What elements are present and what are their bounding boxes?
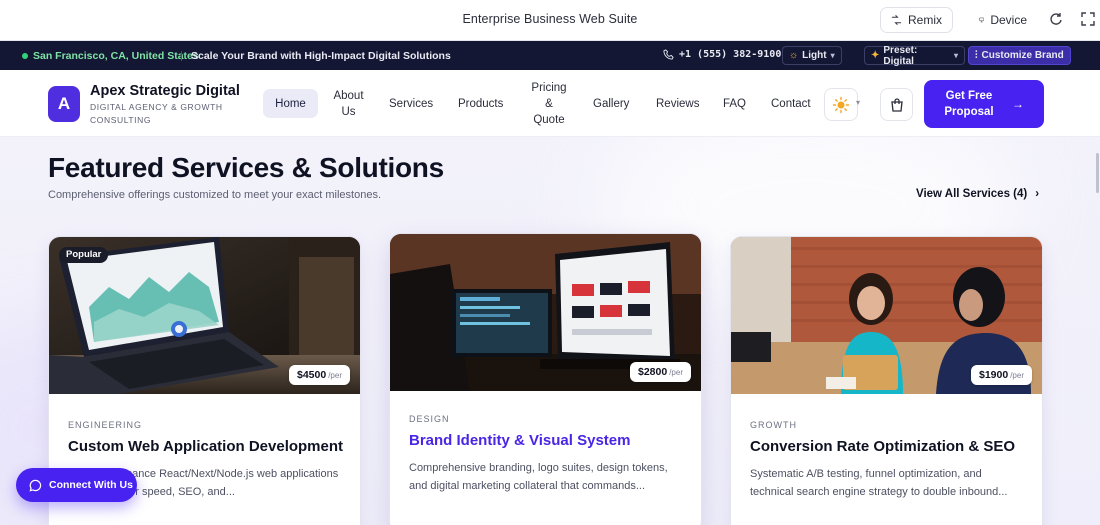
brand-name[interactable]: Apex Strategic Digital xyxy=(90,83,240,99)
expand-icon[interactable] xyxy=(1080,11,1096,27)
preset-select[interactable]: ✦ Preset: Digital ▾ xyxy=(864,44,965,67)
nav-item-gallery[interactable]: Gallery xyxy=(593,96,629,112)
preset-select-label: Preset: Digital xyxy=(883,44,918,67)
window-titlebar: Enterprise Business Web Suite Remix Devi… xyxy=(0,0,1100,41)
view-all-label: View All Services (4) xyxy=(916,188,1028,200)
price-unit: /per xyxy=(669,367,683,377)
price-tag: $1900 /per xyxy=(971,365,1032,385)
card-description: Comprehensive branding, logo suites, des… xyxy=(409,462,668,492)
card-title[interactable]: Custom Web Application Development xyxy=(68,438,343,455)
divider xyxy=(181,51,182,61)
card-category: DESIGN xyxy=(409,414,450,424)
price-unit: /per xyxy=(328,370,342,380)
price-value: $2800 xyxy=(638,366,668,378)
logo-mark[interactable]: A xyxy=(48,86,80,122)
remix-button[interactable]: Remix xyxy=(880,7,953,33)
theme-toggle-button[interactable] xyxy=(824,88,858,121)
card-title[interactable]: Conversion Rate Optimization & SEO xyxy=(750,438,1015,455)
nav-item-about[interactable]: About Us xyxy=(330,88,367,120)
shopping-bag-icon xyxy=(890,97,903,112)
nav-item-products[interactable]: Products xyxy=(458,96,503,112)
nav-item-services[interactable]: Services xyxy=(389,96,433,112)
chat-bubble-icon xyxy=(29,479,42,491)
palette-icon: ✦ xyxy=(871,50,880,61)
phone-icon xyxy=(663,49,674,60)
location-text: San Francisco, CA, United States xyxy=(33,50,199,62)
nav-item-pricing[interactable]: Pricing & Quote xyxy=(529,80,569,128)
card-category: GROWTH xyxy=(750,420,797,430)
section-subtitle: Comprehensive offerings customized to me… xyxy=(48,189,382,201)
remix-label: Remix xyxy=(907,13,942,27)
service-card[interactable]: $1900 /per GROWTH Conversion Rate Optimi… xyxy=(730,236,1043,525)
get-proposal-label: Get Free Proposal xyxy=(944,90,994,118)
connect-chat-button[interactable]: Connect With Us xyxy=(16,468,137,502)
chevron-right-icon: › xyxy=(1035,188,1040,200)
price-unit: /per xyxy=(1010,370,1024,380)
main-navbar: A Apex Strategic Digital DIGITAL AGENCY … xyxy=(0,70,1100,137)
location-indicator: San Francisco, CA, United States xyxy=(22,50,199,62)
design-workstation-image: $2800 /per xyxy=(390,234,701,391)
phone-link[interactable]: +1 (555) 382-9100 xyxy=(663,49,781,60)
nav-item-faq[interactable]: FAQ xyxy=(723,96,746,112)
chevron-down-icon: ▾ xyxy=(830,51,835,60)
price-value: $4500 xyxy=(297,369,327,381)
laptop-dashboard-image: Popular $4500 /per xyxy=(49,237,360,394)
service-card[interactable]: $2800 /per DESIGN Brand Identity & Visua… xyxy=(389,233,702,525)
device-icon xyxy=(979,17,985,23)
price-tag: $4500 /per xyxy=(289,365,350,385)
connect-label: Connect With Us xyxy=(49,479,133,491)
customize-brand-label: Customize Brand xyxy=(981,50,1064,61)
sun-icon: ☼ xyxy=(789,50,799,61)
top-info-bar: San Francisco, CA, United States Scale Y… xyxy=(0,41,1100,70)
price-tag: $2800 /per xyxy=(630,362,691,382)
remix-icon xyxy=(891,15,902,25)
cart-button[interactable] xyxy=(880,88,913,121)
status-dot-icon xyxy=(22,53,28,59)
chevron-down-icon: ▾ xyxy=(953,51,958,60)
sun-icon xyxy=(832,96,850,113)
theme-select[interactable]: ☼ Light ▾ xyxy=(782,46,842,65)
device-label: Device xyxy=(990,13,1027,27)
card-title[interactable]: Brand Identity & Visual System xyxy=(409,432,630,449)
nav-item-reviews[interactable]: Reviews xyxy=(656,96,699,112)
phone-number: +1 (555) 382-9100 xyxy=(679,49,782,60)
theme-select-label: Light xyxy=(802,50,827,61)
card-description: Systematic A/B testing, funnel optimizat… xyxy=(750,468,1008,498)
view-all-services-link[interactable]: View All Services (4) › xyxy=(916,188,1039,200)
page-scrollbar[interactable] xyxy=(1096,153,1099,193)
chevron-down-icon[interactable]: ▾ xyxy=(856,98,860,107)
sliders-icon: ⫶ xyxy=(975,50,978,61)
tagline: Scale Your Brand with High-Impact Digita… xyxy=(191,50,451,62)
card-category: ENGINEERING xyxy=(68,420,143,430)
meeting-photo-image: $1900 /per xyxy=(731,237,1042,394)
popular-badge: Popular xyxy=(59,247,109,263)
nav-item-contact[interactable]: Contact xyxy=(771,96,811,112)
section-title: Featured Services & Solutions xyxy=(48,152,444,183)
brand-subtitle: DIGITAL AGENCY & GROWTH CONSULTING xyxy=(90,102,223,125)
price-value: $1900 xyxy=(979,369,1009,381)
customize-brand-button[interactable]: ⫶ Customize Brand xyxy=(968,46,1071,65)
device-button[interactable]: Device xyxy=(968,7,1038,33)
nav-item-home[interactable]: Home xyxy=(263,89,318,118)
arrow-right-icon: → xyxy=(1012,97,1024,111)
refresh-icon[interactable] xyxy=(1048,11,1064,27)
get-proposal-button[interactable]: Get Free Proposal → xyxy=(924,80,1044,128)
featured-services-section: Featured Services & Solutions Comprehens… xyxy=(0,137,1100,525)
